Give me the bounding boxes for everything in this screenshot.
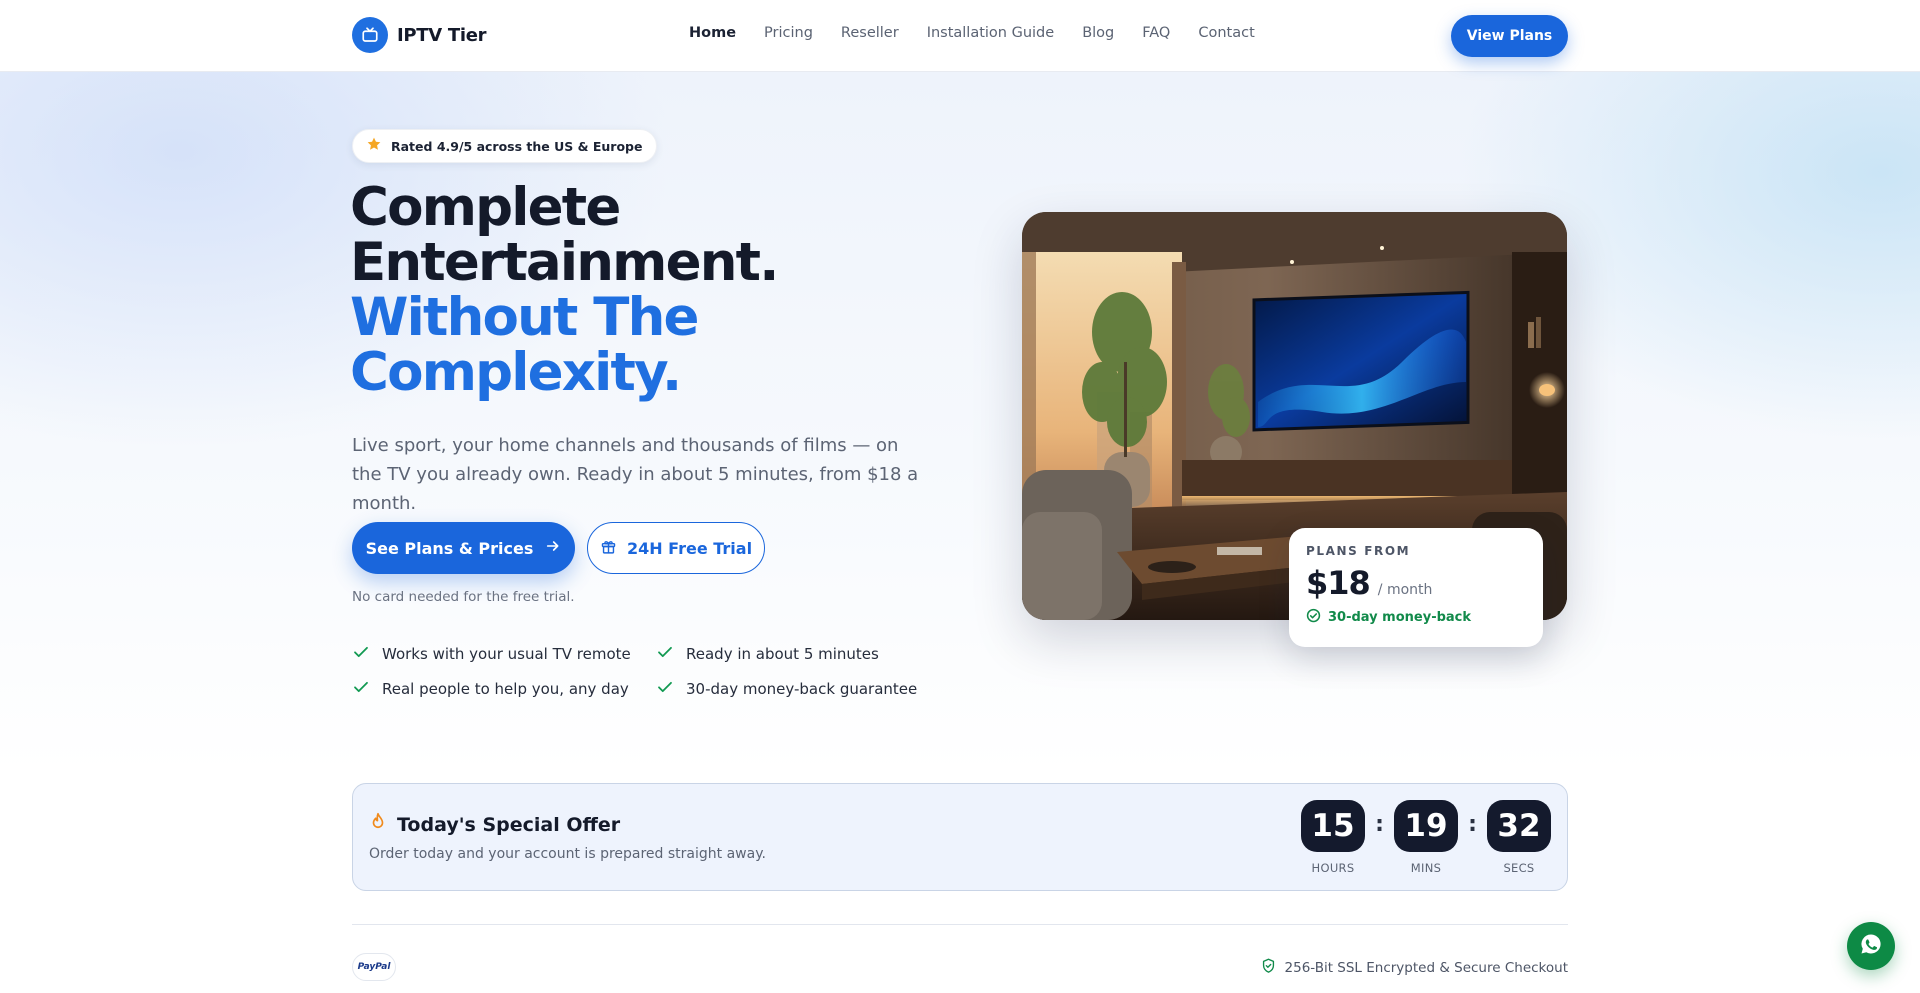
timer-mins: 19 MINS (1394, 800, 1458, 875)
nav-item-faq[interactable]: FAQ (1142, 25, 1170, 41)
timer-hours: 15 HOURS (1301, 800, 1365, 875)
headline-line-2: Entertainment. (350, 232, 779, 293)
nav-item-contact[interactable]: Contact (1198, 25, 1254, 41)
timer-separator: : (1468, 812, 1477, 837)
hero-background (0, 72, 1920, 772)
free-trial-note: No card needed for the free trial. (352, 589, 575, 605)
timer-mins-value: 19 (1394, 800, 1458, 852)
nav-item-reseller[interactable]: Reseller (841, 25, 899, 41)
gift-icon (600, 538, 617, 559)
timer-secs: 32 SECS (1487, 800, 1551, 875)
feature-text: Real people to help you, any day (382, 680, 629, 698)
brand-logo[interactable]: IPTV Tier (352, 17, 487, 53)
offer-title-row: Today's Special Offer (369, 812, 620, 837)
timer-hours-label: HOURS (1311, 861, 1355, 875)
see-plans-label: See Plans & Prices (365, 538, 534, 558)
feature-text: 30-day money-back guarantee (686, 680, 918, 698)
feature-text: Works with your usual TV remote (382, 645, 631, 663)
flame-icon (369, 812, 387, 837)
headline-line-4: Complexity. (350, 342, 682, 403)
price-row: $18 / month (1306, 564, 1526, 602)
offer-subtitle: Order today and your account is prepared… (369, 846, 766, 862)
site-header: IPTV Tier Home Pricing Reseller Installa… (0, 0, 1920, 72)
secure-checkout-text: 256-Bit SSL Encrypted & Secure Checkout (1284, 960, 1568, 976)
headline-line-3: Without The (350, 287, 699, 348)
check-circle-icon (1306, 608, 1321, 627)
money-back-text: 30-day money-back (1328, 610, 1472, 625)
timer-mins-label: MINS (1410, 861, 1442, 875)
price-period: / month (1377, 582, 1433, 598)
brand-name: IPTV Tier (397, 24, 487, 46)
nav-item-blog[interactable]: Blog (1082, 25, 1114, 41)
plans-from-label: PLANS FROM (1306, 544, 1411, 558)
nav-item-pricing[interactable]: Pricing (764, 25, 813, 41)
tv-icon (352, 17, 388, 53)
money-back-row: 30-day money-back (1306, 608, 1526, 627)
whatsapp-icon (1859, 932, 1883, 960)
feature-text: Ready in about 5 minutes (686, 645, 879, 663)
section-divider (352, 924, 1568, 925)
timer-separator: : (1375, 812, 1384, 837)
check-icon (656, 643, 674, 665)
plans-from-card: PLANS FROM $18 / month 30-day money-back (1289, 528, 1543, 647)
main-nav: Home Pricing Reseller Installation Guide… (689, 25, 1255, 41)
special-offer-banner: Today's Special Offer Order today and yo… (352, 783, 1568, 891)
rating-badge: Rated 4.9/5 across the US & Europe (352, 129, 658, 163)
paypal-badge: PayPal (352, 953, 396, 981)
star-icon (366, 136, 382, 156)
nav-item-installation-guide[interactable]: Installation Guide (927, 25, 1055, 41)
check-icon (352, 678, 370, 700)
free-trial-label: 24H Free Trial (626, 538, 753, 558)
view-plans-button[interactable]: View Plans (1451, 15, 1568, 57)
nav-item-home[interactable]: Home (689, 25, 736, 41)
whatsapp-chat-button[interactable] (1847, 922, 1895, 970)
shield-check-icon (1261, 958, 1276, 978)
offer-title: Today's Special Offer (397, 813, 621, 836)
rating-text: Rated 4.9/5 across the US & Europe (391, 138, 643, 154)
secure-checkout-note: 256-Bit SSL Encrypted & Secure Checkout (1261, 958, 1568, 978)
countdown-timer: 15 HOURS : 19 MINS : 32 SECS (1301, 800, 1551, 875)
timer-hours-value: 15 (1301, 800, 1365, 852)
check-icon (352, 643, 370, 665)
headline-line-1: Complete (350, 177, 621, 238)
feature-item: Real people to help you, any day (352, 678, 629, 700)
check-icon (656, 678, 674, 700)
hero-subtext: Live sport, your home channels and thous… (352, 435, 919, 514)
feature-item: Works with your usual TV remote (352, 643, 631, 665)
timer-secs-label: SECS (1503, 861, 1535, 875)
hero-headline: Complete Entertainment. Without The Comp… (350, 180, 910, 400)
feature-item: 30-day money-back guarantee (656, 678, 917, 700)
price-amount: $18 (1306, 564, 1371, 602)
arrow-right-icon (545, 538, 561, 558)
feature-item: Ready in about 5 minutes (656, 643, 879, 665)
see-plans-button[interactable]: See Plans & Prices (352, 522, 575, 574)
timer-secs-value: 32 (1487, 800, 1551, 852)
free-trial-button[interactable]: 24H Free Trial (587, 522, 765, 574)
